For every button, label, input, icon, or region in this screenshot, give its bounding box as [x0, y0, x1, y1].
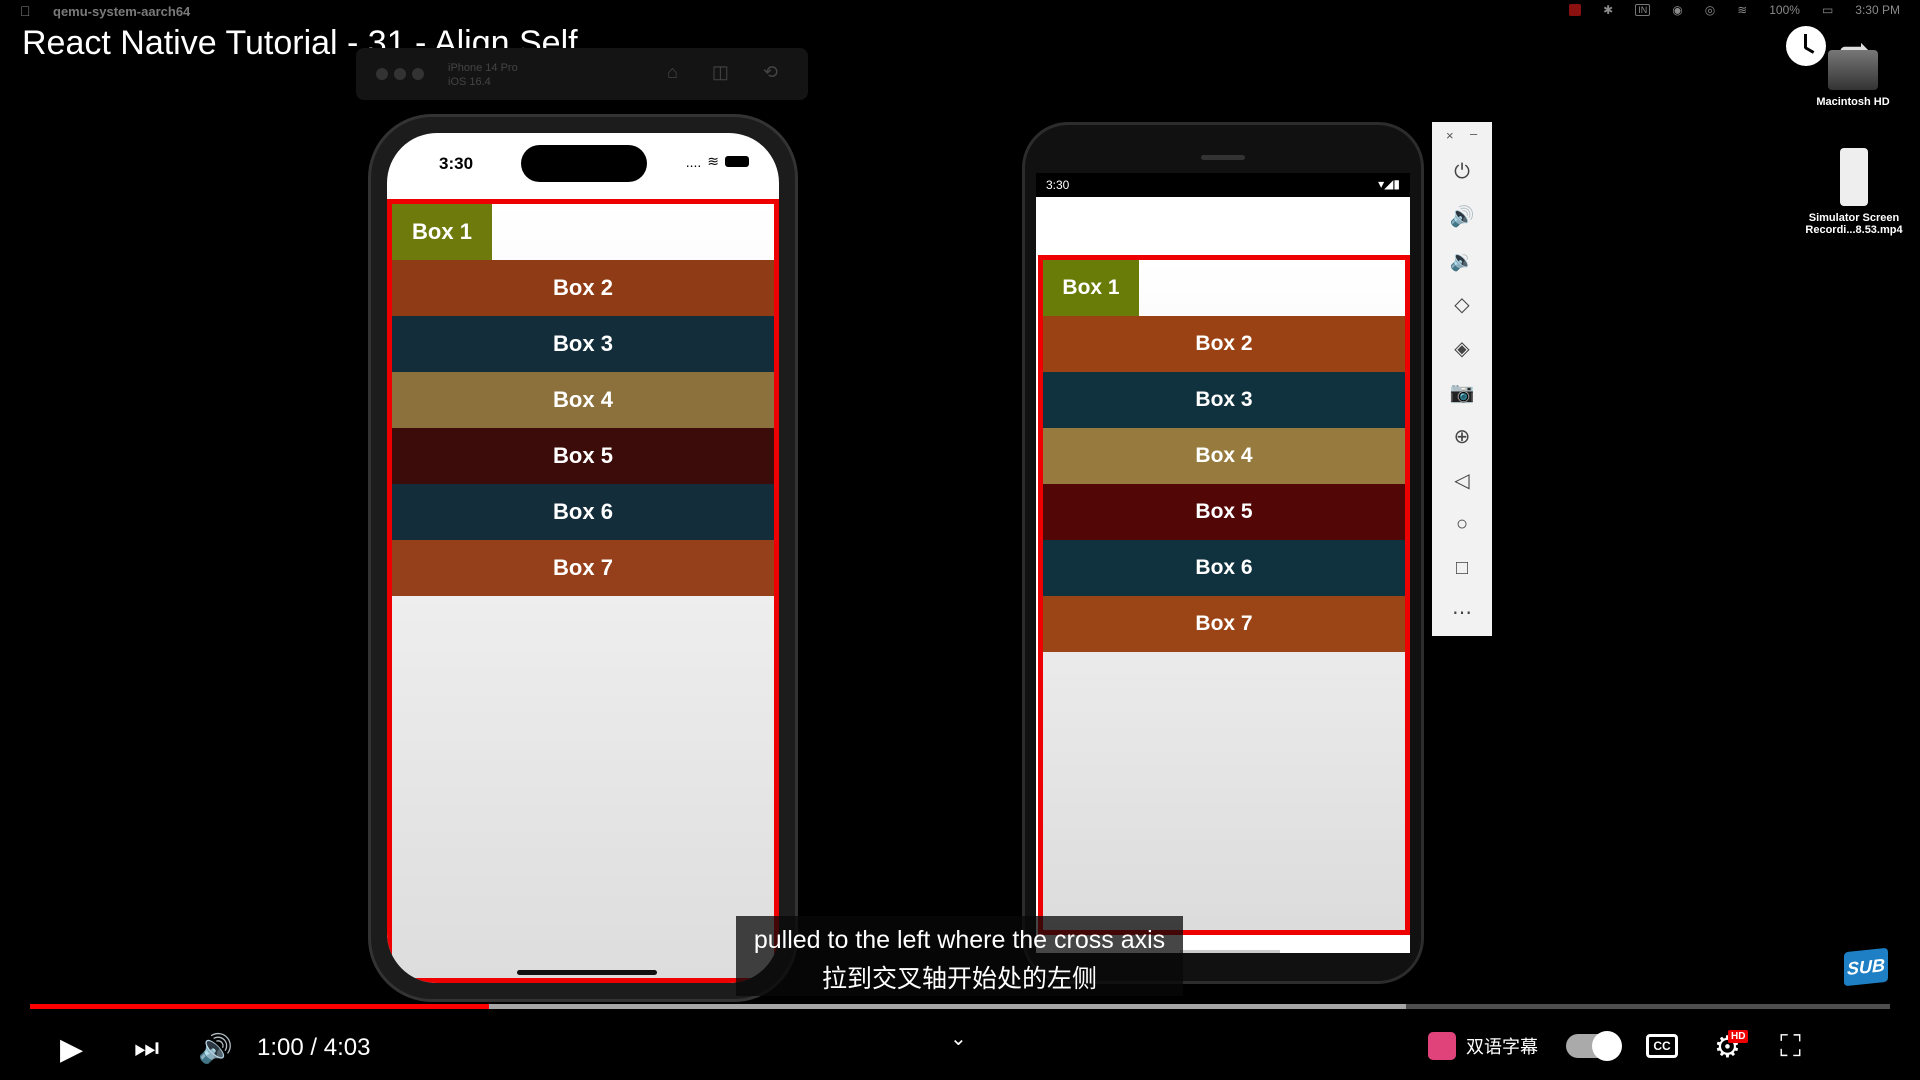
volume-down-icon[interactable]: 🔉 [1442, 240, 1482, 280]
subtitle-chinese: 拉到交叉轴开始处的左侧 [821, 965, 1097, 993]
home-circle-icon[interactable]: ○ [1442, 504, 1482, 544]
box-5: Box 5 [392, 428, 774, 484]
box-7: Box 7 [392, 540, 774, 596]
speaker-grille [1201, 155, 1245, 160]
box-1: Box 1 [392, 204, 492, 260]
progress-bar[interactable] [30, 1004, 1890, 1009]
menubar-app-name[interactable]: qemu-system-aarch64 [53, 4, 190, 19]
android-nav-bar[interactable] [1180, 950, 1280, 953]
subtitle-english: pulled to the left where the cross axis [753, 926, 1166, 954]
cc-button[interactable]: CC [1646, 1034, 1678, 1058]
autoplay-toggle[interactable] [1566, 1031, 1622, 1061]
box-3: Box 3 [392, 316, 774, 372]
exit-fullscreen-icon[interactable]: ⛶ [1780, 1030, 1801, 1064]
control-center-icon[interactable]: ▭ [1822, 3, 1833, 17]
hd-badge: HD [1728, 1030, 1749, 1043]
desktop-icon-macintosh-hd[interactable]: Macintosh HD [1808, 50, 1898, 108]
volume-up-icon[interactable]: 🔊 [1442, 196, 1482, 236]
box-2: Box 2 [1043, 316, 1405, 372]
home-indicator[interactable] [517, 970, 657, 975]
wifi-icon: ≋ [707, 153, 719, 169]
drive-label: Macintosh HD [1816, 96, 1890, 108]
window-controls[interactable] [376, 68, 424, 80]
play-icon[interactable]: ▶ [60, 1032, 83, 1067]
file-label-line2: Recordi...8.53.mp4 [1805, 224, 1903, 236]
android-emulator: 3:30 ▾◢▮ Box 1 Box 2 Box 3 Box 4 Box 5 Box 6B… [1022, 122, 1424, 984]
menubar-clock[interactable]: 3:30 PM [1855, 3, 1900, 17]
box-6: Box 6 [392, 484, 774, 540]
bluetooth-icon[interactable]: ✱ [1603, 3, 1613, 17]
chevron-down-icon[interactable]: ⌄ [950, 1026, 967, 1051]
record-icon[interactable] [1569, 4, 1582, 16]
box-1: Box 1 [1043, 260, 1139, 316]
rotate-icon[interactable]: ⟲ [763, 62, 778, 83]
signal-icon: .... [685, 153, 702, 170]
bilingual-label: 双语字幕 [1466, 1037, 1538, 1057]
iphone-screen[interactable]: 3:30 .... ≋ Box 1 Box 2 Box 3 Box 4 Box 5 Box… [387, 133, 779, 983]
android-screen[interactable]: 3:30 ▾◢▮ Box 1 Box 2 Box 3 Box 4 Box 5 Box 6B… [1036, 173, 1410, 953]
box-6: Box 6 [1043, 540, 1405, 596]
iphone-simulator: 3:30 .... ≋ Box 1 Box 2 Box 3 Box 4 Box 5 Box… [368, 114, 798, 1002]
ios-status-bar: 3:30 .... ≋ [387, 133, 779, 199]
box-5: Box 5 [1043, 484, 1405, 540]
box-4: Box 4 [1043, 428, 1405, 484]
video-file-icon [1840, 148, 1868, 206]
box-3: Box 3 [1043, 372, 1405, 428]
box-2: Box 2 [392, 260, 774, 316]
volume-icon[interactable]: 🔊 [198, 1032, 233, 1065]
zoom-icon[interactable]: ⊕ [1442, 416, 1482, 456]
sub-logo[interactable]: SUB [1844, 947, 1888, 987]
power-icon[interactable]: ⏻ [1442, 152, 1482, 192]
rotate-left-icon[interactable]: ◇ [1442, 284, 1482, 324]
minimize-icon[interactable]: – [1470, 126, 1477, 141]
rotate-right-icon[interactable]: ◈ [1442, 328, 1482, 368]
bilingual-subtitles-button[interactable]: 双语字幕 [1428, 1032, 1538, 1060]
emulator-control-panel: × – ⏻ 🔊 🔉 ◇ ◈ 📷 ⊕ ◁ ○ □ ⋯ [1432, 122, 1492, 636]
box-4: Box 4 [392, 372, 774, 428]
hard-drive-icon [1828, 50, 1878, 90]
input-source-icon[interactable]: IN [1635, 4, 1651, 16]
screenshot-icon[interactable]: ◫ [712, 62, 729, 83]
close-icon[interactable]: × [1446, 128, 1454, 143]
battery-percent[interactable]: 100% [1769, 3, 1800, 17]
menubar-status-area: ✱ IN ◉ ◎ ≋ 100% ▭ 3:30 PM [1569, 3, 1900, 17]
subtitle-box: pulled to the left where the cross axis … [736, 916, 1183, 996]
player-controls: ▶ ⏭ 🔊 1:00 / 4:03 ⌄ 双语字幕 CC ⚙ HD ⛶ [0, 1020, 1920, 1080]
play-status-icon[interactable]: ◉ [1672, 3, 1682, 17]
android-status-bar: 3:30 ▾◢▮ [1036, 173, 1410, 197]
overview-icon[interactable]: □ [1442, 548, 1482, 588]
box-7: Box 7 [1043, 596, 1405, 652]
android-time: 3:30 [1046, 178, 1070, 192]
simulator-device-info: iPhone 14 Pro iOS 16.4 [448, 61, 518, 89]
ios-container: Box 1 Box 2 Box 3 Box 4 Box 5 Box 6 Box 7 [387, 199, 779, 983]
ios-time: 3:30 [439, 154, 474, 173]
more-icon[interactable]: ⋯ [1442, 592, 1482, 632]
translate-icon [1428, 1032, 1456, 1060]
android-container: Box 1 Box 2 Box 3 Box 4 Box 5 Box 6 Box 7 [1038, 255, 1410, 935]
menu-bar:  qemu-system-aarch64 ✱ IN ◉ ◎ ≋ 100% ▭ … [0, 0, 1920, 22]
desktop-icon-recording[interactable]: Simulator Screen Recordi...8.53.mp4 [1796, 148, 1912, 236]
user-icon[interactable]: ◎ [1705, 3, 1715, 17]
time-display: 1:00 / 4:03 [257, 1034, 371, 1061]
back-icon[interactable]: ◁ [1442, 460, 1482, 500]
next-icon[interactable]: ⏭ [134, 1032, 159, 1065]
simulator-toolbar: iPhone 14 Pro iOS 16.4 ⌂ ◫ ⟲ [356, 48, 808, 100]
android-signal-icons: ▾◢▮ [1378, 177, 1400, 191]
apple-icon[interactable]:  [20, 3, 31, 19]
camera-icon[interactable]: 📷 [1442, 372, 1482, 412]
wifi-icon[interactable]: ≋ [1737, 3, 1747, 17]
battery-icon [725, 156, 749, 167]
file-label-line1: Simulator Screen [1808, 212, 1900, 224]
device-name: iPhone 14 Pro [448, 62, 518, 74]
played-bar [30, 1004, 490, 1009]
home-icon[interactable]: ⌂ [667, 62, 678, 83]
dynamic-island [521, 145, 647, 182]
os-version: iOS 16.4 [448, 76, 491, 88]
